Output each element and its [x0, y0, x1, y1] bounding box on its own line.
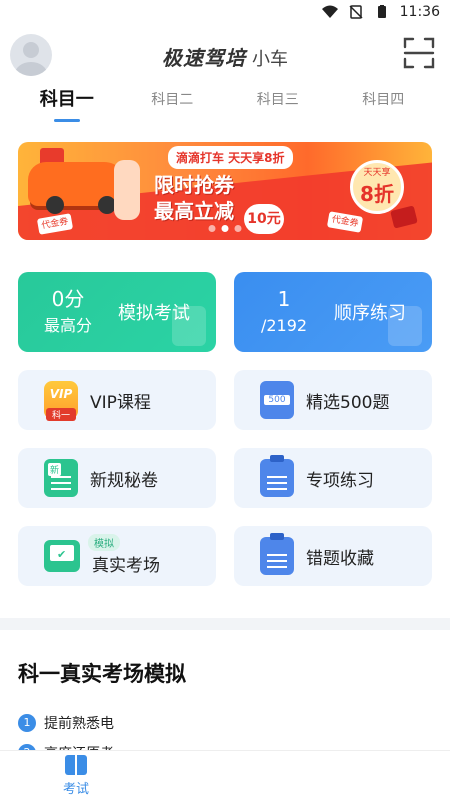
banner-headline-line1: 限时抢券	[154, 173, 234, 197]
card-decoration	[388, 306, 422, 346]
new-rules-tile[interactable]: 新 新规秘卷	[18, 448, 216, 508]
tab-subject-1[interactable]: 科目一	[14, 80, 120, 126]
check-icon: ✔	[57, 548, 67, 561]
banner-top-strip: 滴滴打车 天天享8折	[168, 146, 293, 169]
feature-grid: VIP 科一 VIP课程 500 精选500题 新 新规秘卷 专项练习 ✔ 模拟…	[18, 370, 432, 586]
tab-label: 科目二	[151, 92, 194, 108]
section-divider	[0, 618, 450, 630]
tab-subject-2[interactable]: 科目二	[120, 80, 226, 126]
status-time: 11:36	[399, 4, 440, 20]
bottom-nav: 考试	[0, 750, 450, 800]
app-header: 极速驾培 小车	[0, 24, 450, 80]
banner-coupon-value: 10元	[244, 204, 284, 234]
book-500-icon: 500	[260, 381, 294, 419]
doc-lines	[267, 476, 287, 490]
person-illustration	[114, 160, 140, 220]
tile-label: VIP课程	[90, 392, 151, 413]
mock-exam-card[interactable]: 0分 最高分 模拟考试	[18, 272, 216, 352]
nav-item-exam[interactable]: 考试	[50, 755, 102, 797]
pager-dot-active	[221, 225, 229, 232]
main-actions: 0分 最高分 模拟考试 1 /2192 顺序练习	[18, 272, 432, 352]
step-number: 1	[18, 714, 36, 732]
battery-icon	[377, 5, 386, 18]
no-sim-icon	[349, 5, 363, 19]
wifi-icon	[321, 5, 338, 18]
brand-name: 极速驾培	[162, 46, 246, 70]
status-bar: 11:36	[0, 0, 450, 24]
app-title: 极速驾培 小车	[0, 42, 450, 71]
card-decoration	[172, 306, 206, 346]
monitor-icon: ✔	[44, 540, 80, 572]
real-exam-tile[interactable]: ✔ 模拟 真实考场	[18, 526, 216, 586]
tab-subject-4[interactable]: 科目四	[331, 80, 437, 126]
mock-tag: 模拟	[88, 534, 120, 551]
tile-label: 真实考场	[92, 555, 160, 576]
pager-dot	[234, 225, 242, 232]
best-score-value: 0分	[51, 287, 85, 311]
section-title: 科一真实考场模拟	[18, 662, 186, 686]
badge-top-text: 天天享	[363, 168, 391, 178]
progress-current: 1	[277, 287, 291, 311]
banner-pager	[208, 225, 242, 232]
badge-value: 8折	[360, 182, 394, 206]
special-practice-tile[interactable]: 专项练习	[234, 448, 432, 508]
active-tab-indicator	[53, 119, 80, 122]
scan-icon[interactable]	[402, 36, 436, 70]
new-doc-icon: 新	[44, 459, 78, 497]
clipboard-icon	[260, 455, 294, 497]
clipboard-icon	[260, 533, 294, 575]
car-illustration	[28, 162, 128, 214]
vehicle-type[interactable]: 小车	[252, 45, 288, 71]
tile-label: 精选500题	[306, 392, 390, 413]
banner-headline: 限时抢券 最高立减	[154, 172, 234, 224]
vip-icon-text: VIP	[49, 387, 73, 401]
vip-icon: VIP 科一	[44, 381, 78, 421]
tile-label: 错题收藏	[306, 548, 374, 569]
practice-progress: 1 /2192	[234, 287, 334, 337]
wrong-questions-tile[interactable]: 错题收藏	[234, 526, 432, 586]
vip-icon-sub: 科一	[46, 408, 76, 421]
vip-course-tile[interactable]: VIP 科一 VIP课程	[18, 370, 216, 430]
subject-tabs: 科目一 科目二 科目三 科目四	[0, 80, 450, 126]
discount-badge: 天天享 8折	[350, 160, 404, 214]
sequential-practice-card[interactable]: 1 /2192 顺序练习	[234, 272, 432, 352]
tile-label: 新规秘卷	[90, 470, 158, 491]
progress-total: /2192	[260, 316, 308, 335]
tab-label: 科目一	[39, 89, 94, 110]
tile-label: 专项练习	[306, 470, 374, 491]
tab-label: 科目三	[256, 92, 299, 108]
step-text: 提前熟悉电	[44, 716, 114, 732]
selected-500-tile[interactable]: 500 精选500题	[234, 370, 432, 430]
doc-lines	[51, 476, 71, 490]
pager-dot	[208, 225, 216, 232]
book-icon-text: 500	[264, 395, 290, 405]
banner-headline-line2: 最高立减	[154, 199, 234, 223]
book-icon	[65, 755, 87, 775]
nav-label: 考试	[62, 782, 89, 797]
promo-banner[interactable]: 代金券 滴滴打车 天天享8折 限时抢券 最高立减 10元 天天享 8折 代金券	[18, 142, 432, 240]
best-score: 0分 最高分	[18, 287, 118, 337]
new-doc-icon-text: 新	[48, 463, 62, 476]
tab-label: 科目四	[362, 92, 405, 108]
doc-lines	[267, 554, 287, 568]
best-score-label: 最高分	[43, 316, 92, 335]
tab-subject-3[interactable]: 科目三	[225, 80, 331, 126]
